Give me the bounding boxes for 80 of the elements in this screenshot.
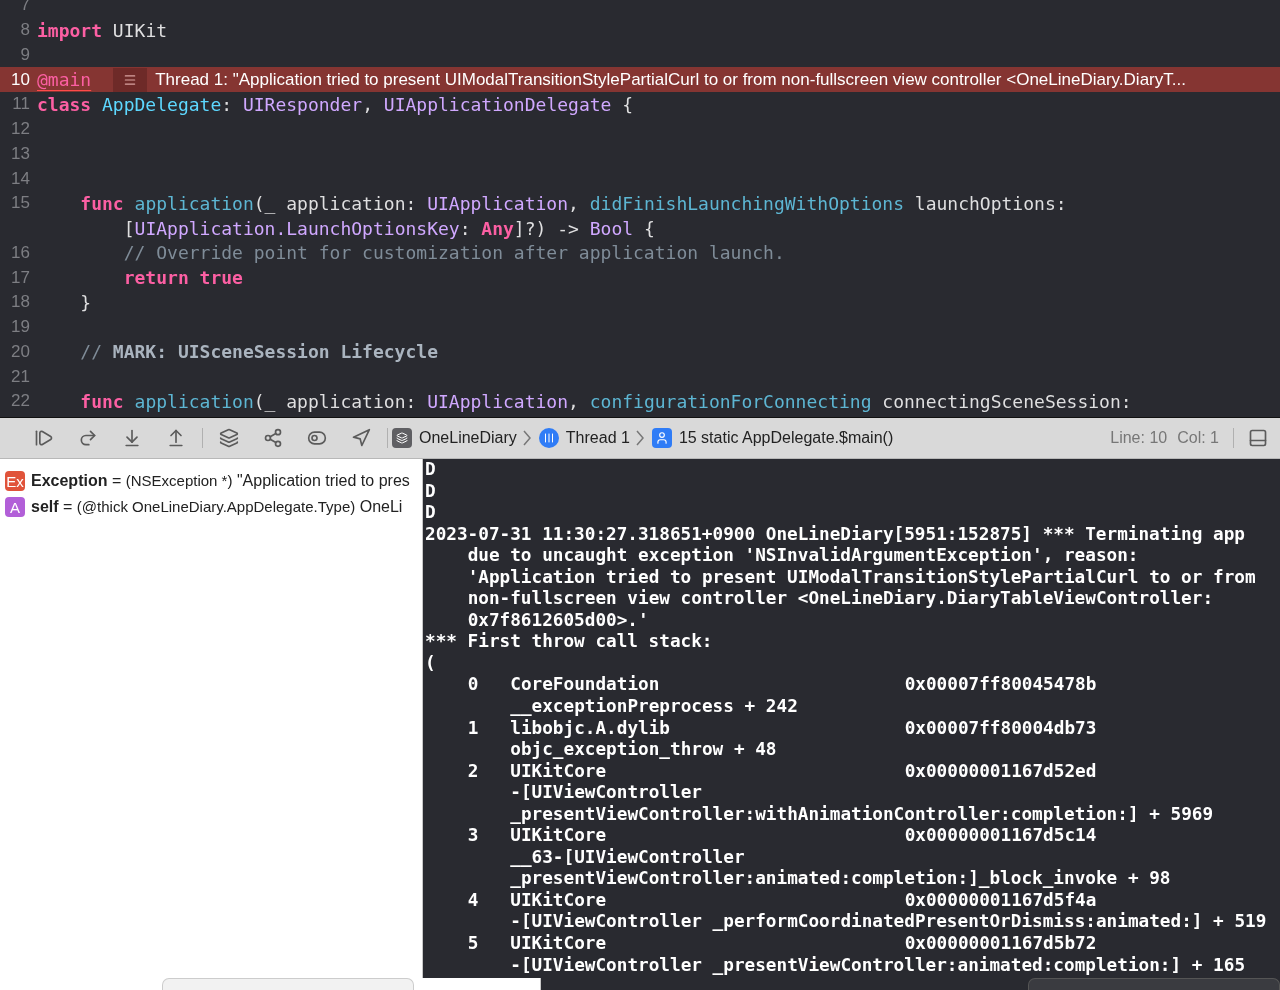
breadcrumb-item[interactable]: 15 static AppDelegate.$main() [678,429,894,447]
console-line: due to uncaught exception 'NSInvalidArgumentException', reason: [466,545,1140,567]
line-number: 14 [10,168,31,189]
variable-badge: A [5,497,25,517]
line-number: 19 [10,317,31,338]
console-line: 'Application tried to present UIModalTransitionStylePartialCurl to or from [466,566,1257,589]
code-line: func application(_ application: UIApplication, configurationForConnecting connectingSceneSession: [79,390,1132,412]
code-line: func application(_ application: UIApplication, didFinishLaunchingWithOptions launchOptions: [79,192,1067,214]
frame-library: UIKitCore [510,889,608,912]
frame-library: CoreFoundation [510,674,661,696]
code-line: [UIApplication.LaunchOptionsKey: Any]?) -> Bool { [122,217,655,239]
column-position: Col: 1 [1177,429,1219,447]
frame-symbol: __63-[UIViewController [509,846,746,869]
line-number: 9 [19,44,31,65]
frame-symbol: -[UIViewController _presentViewController:animated:completion:] + 165 [509,954,1247,977]
frame-symbol: -[UIViewController _performCoordinatedPresentOrDismiss:animated:] + 519 [509,911,1268,934]
line-number: 16 [10,242,31,263]
line-number: 12 [10,119,31,140]
frame-symbol: _presentViewController:animated:completion:]_block_invoke + 98 [509,868,1172,890]
line-number: 10 [10,69,31,90]
code-line: return true [122,267,243,289]
console-line: 2023-07-31 11:30:27.318651+0900 OneLineDiary[5951:152875] *** Terminating app [425,523,1246,546]
console-line: D [425,480,437,503]
console-line: D [425,459,437,481]
person-icon [651,428,672,448]
frame-symbol: __exceptionPreprocess + 242 [509,696,799,718]
app-icon [392,428,412,448]
line-number: 21 [10,366,31,387]
chevron-icon [635,430,644,446]
frame-address: 0x00000001167d52ed [904,760,1097,783]
code-line: class AppDelegate: UIResponder, UIApplicationDelegate { [37,93,634,115]
code-line: // Override point for customization after application launch. [122,242,785,264]
console-line: non-fullscreen view controller <OneLineDiary.DiaryTableViewController: [466,588,1215,610]
frame-index: 2 [467,760,480,783]
line-number: 8 [19,20,31,41]
line-number: 15 [10,193,31,214]
line-number: 22 [10,391,31,412]
line-number: 11 [11,94,31,115]
code-line: @main [37,69,92,91]
frame-address: 0x00007ff80004db73 [904,717,1097,740]
frame-library: UIKitCore [510,760,608,783]
code-line: } [79,291,92,313]
console-line: ( [425,652,437,675]
frame-symbol: -[UIViewController [509,782,703,804]
thread-icon [538,428,559,448]
frame-index: 4 [467,889,480,912]
variable-badge: Ex [5,471,25,491]
console-line: *** First throw call stack: [425,631,714,653]
breadcrumb-item[interactable]: Thread 1 [565,429,630,447]
variable-value: self = (@thick OneLineDiary.AppDelegate.Type) OneLi [31,498,403,516]
chevron-icon [522,430,531,446]
error-message: Thread 1: "Application tried to present UIModalTransitionStylePartialCurl to or from non-fullscreen view controller <OneLineDiary.DiaryT... [155,69,1186,90]
code-line: import UIKit [37,19,168,41]
console-line: 0x7f8612605d00>.' [466,609,650,632]
filter-field[interactable] [1028,978,1280,990]
frame-library: UIKitCore [510,933,608,955]
breadcrumb-item[interactable]: OneLineDiary [419,429,517,447]
menu-icon[interactable] [113,67,148,92]
frame-address: 0x00000001167d5f4a [904,889,1097,912]
line-position: Line: 10 [1110,429,1168,447]
variable-row[interactable]: Ex Exception = (NSException *) "Application tried to pres [0,468,422,494]
code-line: // MARK: UISceneSession Lifecycle [79,341,438,363]
line-number: 18 [10,292,31,313]
variable-value: Exception = (NSException *) "Application tried to pres [31,472,410,490]
frame-library: libobjc.A.dylib [510,717,671,740]
variable-row[interactable]: A self = (@thick OneLineDiary.AppDelegate.Type) OneLi [0,494,422,520]
frame-address: 0x00007ff80045478b [904,674,1097,696]
frame-address: 0x00000001167d5c14 [904,825,1097,847]
line-number: 17 [10,267,31,288]
console-line: D [425,502,437,524]
frame-address: 0x00000001167d5b72 [904,933,1097,955]
line-number: 20 [10,341,31,362]
frame-library: UIKitCore [510,825,608,847]
frame-symbol: objc_exception_throw + 48 [509,739,778,761]
frame-symbol: _presentViewController:withAnimationController:completion:] + 5969 [509,803,1215,826]
frame-index: 5 [467,933,480,955]
frame-index: 0 [467,674,480,696]
line-number: 13 [10,143,31,164]
frame-index: 3 [467,825,480,847]
frame-index: 1 [467,717,480,740]
